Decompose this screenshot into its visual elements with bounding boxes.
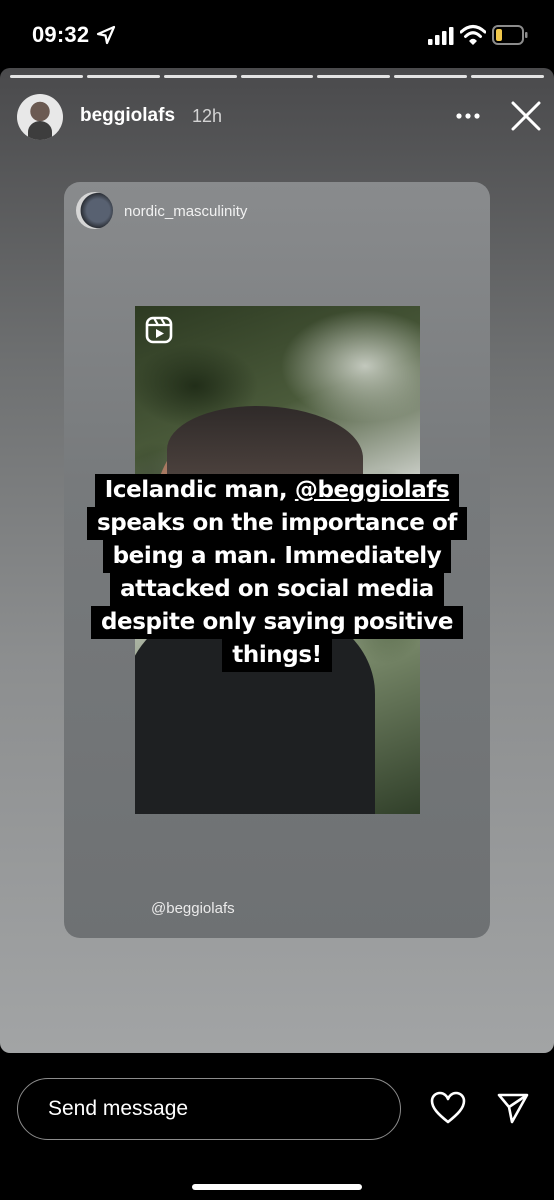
story-time-ago: 12h (192, 106, 223, 126)
caption-mention-link[interactable]: @beggiolafs (295, 477, 450, 503)
heart-icon[interactable] (430, 1091, 466, 1125)
story-progress-bar (10, 75, 545, 78)
caption-line: attacked on social media (110, 573, 444, 606)
status-time: 09:32 (32, 22, 90, 47)
progress-segment (317, 75, 391, 78)
caption-line: Icelandic man, @beggiolafs (94, 474, 460, 507)
story-username[interactable]: beggiolafs (80, 105, 175, 127)
signal-bars-icon (428, 27, 454, 45)
progress-segment (10, 75, 83, 78)
progress-segment (394, 75, 468, 78)
story-viewer[interactable]: beggiolafs 12h nordic_masculinity Icelan… (0, 68, 554, 1053)
shared-post[interactable]: nordic_masculinity Icelandic man, @beggi… (64, 182, 490, 938)
wifi-icon (460, 25, 486, 45)
caption-line: things! (222, 639, 332, 672)
status-bar: 09:32 (0, 0, 554, 68)
reels-icon (145, 316, 173, 344)
home-indicator (192, 1184, 362, 1190)
mention-tag[interactable]: @beggiolafs (151, 900, 235, 917)
send-message-input[interactable]: Send message (17, 1078, 401, 1140)
caption-line: despite only saying positive (90, 606, 464, 639)
caption-line: being a man. Immediately (102, 540, 452, 573)
close-icon[interactable] (508, 98, 544, 134)
more-options-icon[interactable] (454, 108, 482, 124)
send-direct-icon[interactable] (496, 1091, 530, 1125)
battery-low-icon (492, 25, 528, 45)
post-avatar[interactable] (76, 192, 113, 229)
post-caption: Icelandic man, @beggiolafs speaks on the… (76, 474, 478, 672)
progress-segment (163, 75, 237, 78)
progress-segment (86, 75, 160, 78)
caption-line: speaks on the importance of (86, 507, 468, 540)
progress-segment (471, 75, 545, 78)
avatar[interactable] (17, 94, 63, 140)
reply-bar: Send message (0, 1053, 554, 1200)
post-username[interactable]: nordic_masculinity (124, 203, 247, 220)
location-arrow-icon (96, 25, 116, 45)
progress-segment (240, 75, 314, 78)
